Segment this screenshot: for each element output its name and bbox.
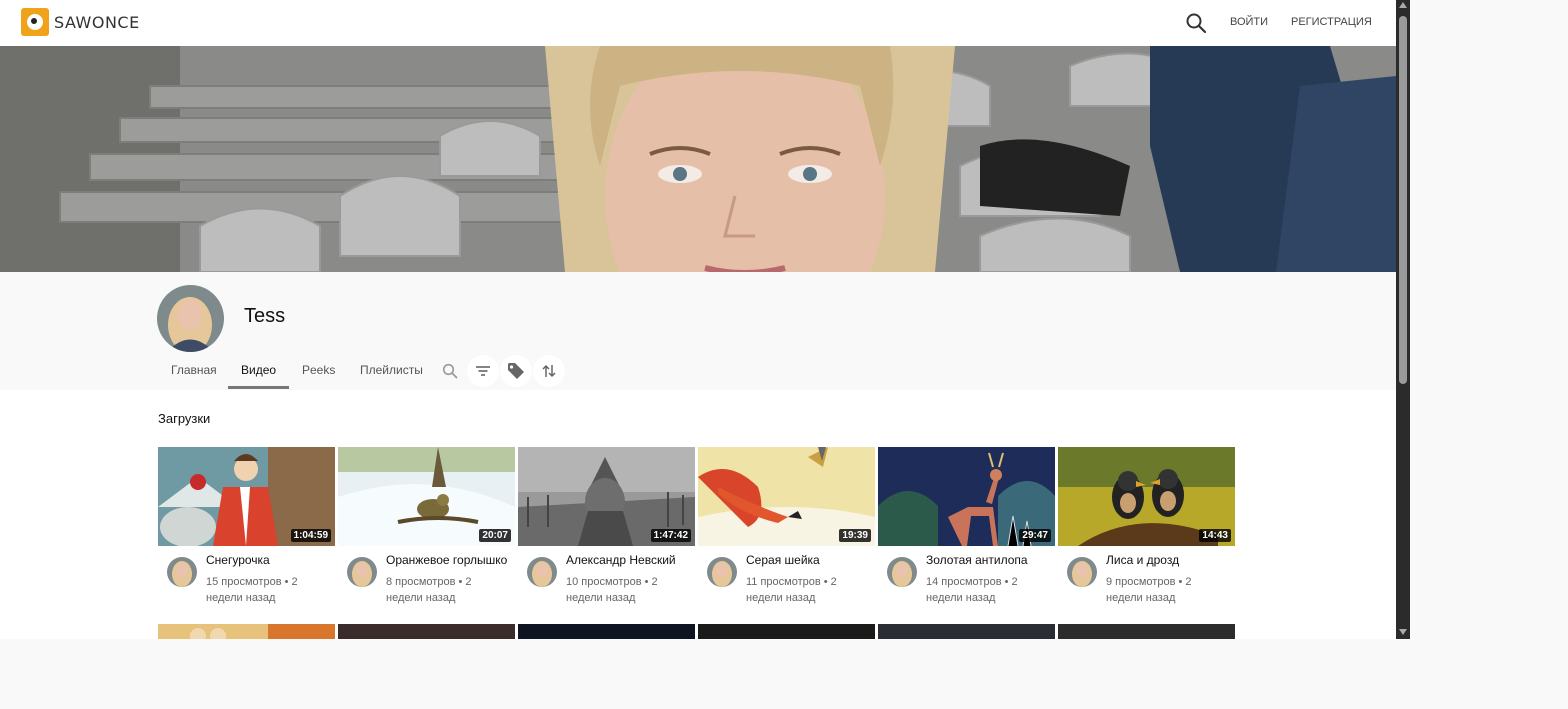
video-meta: 8 просмотров • 2 недели назад bbox=[386, 576, 472, 604]
video-card[interactable]: 19:39 Серая шейка 11 просмотров • 2 неде… bbox=[698, 447, 875, 617]
video-meta: 14 просмотров • 2 недели назад bbox=[926, 576, 1018, 604]
channel-banner bbox=[0, 46, 1396, 272]
video-meta: 10 просмотров • 2 недели назад bbox=[566, 576, 658, 604]
video-thumbnail[interactable]: 1:04:59 bbox=[158, 447, 335, 546]
video-duration: 20:07 bbox=[479, 529, 511, 542]
filter-icon bbox=[476, 366, 490, 376]
video-thumbnail[interactable]: 1:47:42 bbox=[518, 447, 695, 546]
video-duration: 1:47:42 bbox=[650, 529, 691, 542]
video-thumbnail-partial[interactable] bbox=[878, 624, 1055, 639]
login-link[interactable]: ВОЙТИ bbox=[1230, 16, 1268, 28]
uploader-avatar[interactable] bbox=[887, 557, 917, 587]
uploader-avatar[interactable] bbox=[707, 557, 737, 587]
video-meta: 15 просмотров • 2 недели назад bbox=[206, 576, 298, 604]
channel-search-button[interactable] bbox=[434, 355, 466, 387]
video-duration: 1:04:59 bbox=[290, 529, 331, 542]
uploader-avatar[interactable] bbox=[347, 557, 377, 587]
video-title[interactable]: Снегурочка bbox=[206, 553, 270, 567]
banner-image bbox=[0, 46, 1396, 272]
section-title: Загрузки bbox=[158, 411, 211, 426]
video-title[interactable]: Лиса и дрозд bbox=[1106, 553, 1179, 567]
tab-playlists[interactable]: Плейлисты bbox=[360, 363, 423, 377]
uploader-avatar[interactable] bbox=[1067, 557, 1097, 587]
search-icon bbox=[442, 363, 458, 379]
vertical-scrollbar[interactable] bbox=[1396, 0, 1410, 639]
video-card[interactable]: 1:04:59 Снегурочка 15 просмотров • 2 нед… bbox=[158, 447, 335, 617]
search-button[interactable] bbox=[1185, 12, 1207, 34]
filter-button[interactable] bbox=[467, 355, 499, 387]
video-thumbnail-partial[interactable] bbox=[158, 624, 335, 639]
tags-button[interactable] bbox=[500, 355, 532, 387]
video-card[interactable]: 29:47 Золотая антилопа 14 просмотров • 2… bbox=[878, 447, 1055, 617]
uploader-avatar[interactable] bbox=[167, 557, 197, 587]
video-thumbnail-partial[interactable] bbox=[1058, 624, 1235, 639]
video-duration: 29:47 bbox=[1019, 529, 1051, 542]
uploader-avatar[interactable] bbox=[527, 557, 557, 587]
channel-name: Tess bbox=[244, 305, 286, 327]
tab-home[interactable]: Главная bbox=[171, 363, 217, 377]
video-thumbnail-partial[interactable] bbox=[698, 624, 875, 639]
register-link[interactable]: РЕГИСТРАЦИЯ bbox=[1291, 16, 1372, 28]
page-viewport: SAWONCE ВОЙТИ РЕГИСТРАЦИЯ Tess Главная В… bbox=[0, 0, 1410, 639]
video-thumbnail[interactable]: 14:43 bbox=[1058, 447, 1235, 546]
video-meta: 11 просмотров • 2 недели назад bbox=[746, 576, 837, 604]
video-thumbnail-partial[interactable] bbox=[338, 624, 515, 639]
video-title[interactable]: Золотая антилопа bbox=[926, 553, 1028, 567]
logo-icon bbox=[21, 8, 49, 36]
scrollbar-thumb[interactable] bbox=[1399, 16, 1407, 384]
video-duration: 14:43 bbox=[1199, 529, 1231, 542]
video-title[interactable]: Серая шейка bbox=[746, 553, 820, 567]
video-meta: 9 просмотров • 2 недели назад bbox=[1106, 576, 1192, 604]
active-tab-indicator bbox=[228, 386, 289, 389]
channel-avatar[interactable] bbox=[157, 285, 224, 352]
sort-icon bbox=[542, 364, 556, 378]
site-logo[interactable]: SAWONCE bbox=[21, 8, 140, 36]
video-thumbnail[interactable]: 19:39 bbox=[698, 447, 875, 546]
scroll-up-arrow-icon[interactable] bbox=[1399, 2, 1407, 8]
top-header: SAWONCE ВОЙТИ РЕГИСТРАЦИЯ bbox=[0, 0, 1396, 46]
tab-peeks[interactable]: Peeks bbox=[302, 363, 335, 377]
sort-button[interactable] bbox=[533, 355, 565, 387]
video-card[interactable]: 20:07 Оранжевое горлышко 8 просмотров • … bbox=[338, 447, 515, 617]
video-title[interactable]: Александр Невский bbox=[566, 553, 676, 567]
video-title[interactable]: Оранжевое горлышко bbox=[386, 553, 507, 567]
tag-icon bbox=[508, 363, 524, 379]
search-icon bbox=[1186, 13, 1207, 34]
video-thumbnail[interactable]: 20:07 bbox=[338, 447, 515, 546]
logo-text: SAWONCE bbox=[54, 12, 140, 32]
video-card[interactable]: 1:47:42 Александр Невский 10 просмотров … bbox=[518, 447, 695, 617]
tab-videos[interactable]: Видео bbox=[241, 363, 276, 377]
scroll-down-arrow-icon[interactable] bbox=[1399, 629, 1407, 635]
video-duration: 19:39 bbox=[839, 529, 871, 542]
video-thumbnail[interactable]: 29:47 bbox=[878, 447, 1055, 546]
video-card[interactable]: 14:43 Лиса и дрозд 9 просмотров • 2 неде… bbox=[1058, 447, 1235, 617]
video-thumbnail-partial[interactable] bbox=[518, 624, 695, 639]
